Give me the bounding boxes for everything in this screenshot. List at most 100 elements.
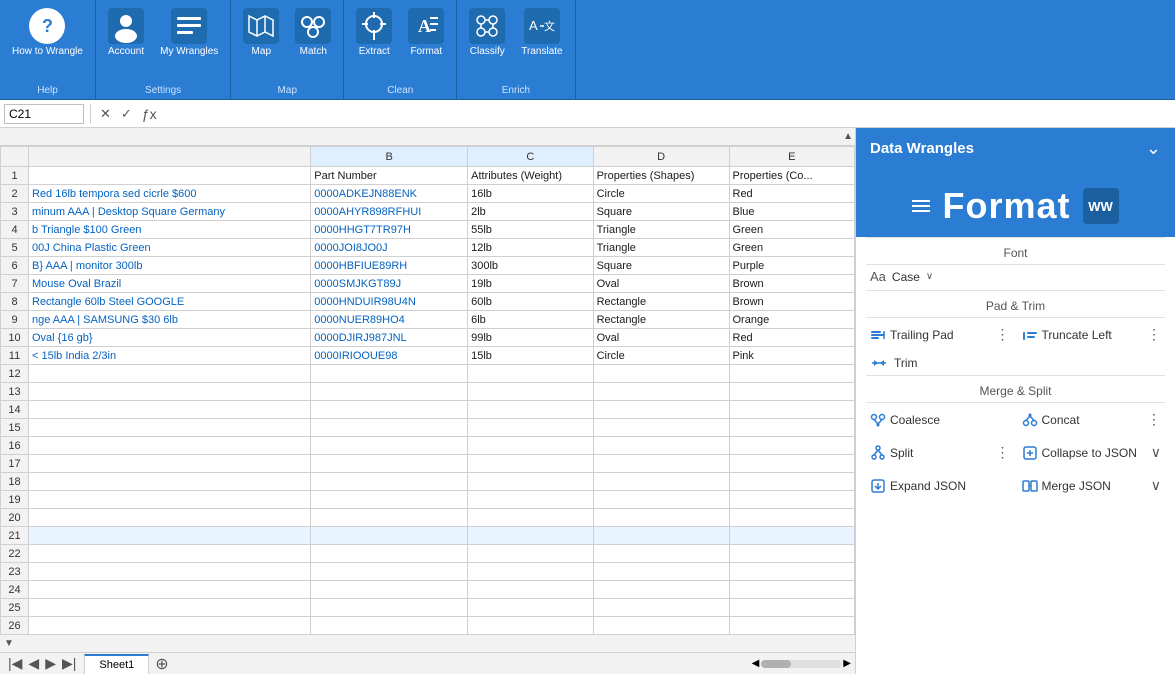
sheet-tab-1[interactable]: Sheet1 bbox=[84, 654, 149, 674]
truncate-left-item[interactable]: Truncate Left ⋮ bbox=[1016, 322, 1168, 347]
cell-d25[interactable] bbox=[593, 599, 729, 617]
cell-b17[interactable] bbox=[311, 455, 468, 473]
format-button[interactable]: A Format bbox=[402, 4, 450, 62]
cell-e6[interactable]: Purple bbox=[729, 257, 855, 275]
cell-e20[interactable] bbox=[729, 509, 855, 527]
cell-d23[interactable] bbox=[593, 563, 729, 581]
cell-e19[interactable] bbox=[729, 491, 855, 509]
cell-c19[interactable] bbox=[468, 491, 593, 509]
cell-e3[interactable]: Blue bbox=[729, 203, 855, 221]
cell-c24[interactable] bbox=[468, 581, 593, 599]
cell-d5[interactable]: Triangle bbox=[593, 239, 729, 257]
col-header-E[interactable]: E bbox=[729, 147, 855, 167]
cell-d2[interactable]: Circle bbox=[593, 185, 729, 203]
cell-b8[interactable]: 0000HNDUIR98U4N bbox=[311, 293, 468, 311]
cell-e25[interactable] bbox=[729, 599, 855, 617]
translate-button[interactable]: A 文 Translate bbox=[515, 4, 568, 62]
truncate-left-more[interactable]: ⋮ bbox=[1147, 326, 1161, 343]
expand-json-item[interactable]: Expand JSON bbox=[864, 473, 1016, 498]
cell-a19[interactable] bbox=[29, 491, 311, 509]
cell-b7[interactable]: 0000SMJKGT89J bbox=[311, 275, 468, 293]
cell-c10[interactable]: 99lb bbox=[468, 329, 593, 347]
cell-a7[interactable]: Mouse Oval Brazil bbox=[29, 275, 311, 293]
col-header-A[interactable] bbox=[29, 147, 311, 167]
cell-a26[interactable] bbox=[29, 617, 311, 635]
cell-d6[interactable]: Square bbox=[593, 257, 729, 275]
cell-c25[interactable] bbox=[468, 599, 593, 617]
cell-c8[interactable]: 60lb bbox=[468, 293, 593, 311]
cell-d12[interactable] bbox=[593, 365, 729, 383]
account-button[interactable]: Account bbox=[102, 4, 150, 62]
cell-b9[interactable]: 0000NUER89HO4 bbox=[311, 311, 468, 329]
cell-d10[interactable]: Oval bbox=[593, 329, 729, 347]
cell-a20[interactable] bbox=[29, 509, 311, 527]
cell-a4[interactable]: b Triangle $100 Green bbox=[29, 221, 311, 239]
cell-e2[interactable]: Red bbox=[729, 185, 855, 203]
cell-a15[interactable] bbox=[29, 419, 311, 437]
cell-a24[interactable] bbox=[29, 581, 311, 599]
collapse-json-item[interactable]: Collapse to JSON ∨ bbox=[1016, 440, 1168, 465]
cell-a3[interactable]: minum AAA | Desktop Square Germany bbox=[29, 203, 311, 221]
cell-c15[interactable] bbox=[468, 419, 593, 437]
cell-b3[interactable]: 0000AHYR898RFHUI bbox=[311, 203, 468, 221]
cell-b2[interactable]: 0000ADKEJN88ENK bbox=[311, 185, 468, 203]
cell-a21[interactable] bbox=[29, 527, 311, 545]
cell-b10[interactable]: 0000DJIRJ987JNL bbox=[311, 329, 468, 347]
cell-c9[interactable]: 6lb bbox=[468, 311, 593, 329]
cell-e11[interactable]: Pink bbox=[729, 347, 855, 365]
cell-a13[interactable] bbox=[29, 383, 311, 401]
cell-a25[interactable] bbox=[29, 599, 311, 617]
cell-c11[interactable]: 15lb bbox=[468, 347, 593, 365]
cell-e15[interactable] bbox=[729, 419, 855, 437]
cell-c20[interactable] bbox=[468, 509, 593, 527]
cell-a11[interactable]: < 15lb India 2/3in bbox=[29, 347, 311, 365]
cell-a22[interactable] bbox=[29, 545, 311, 563]
cell-e14[interactable] bbox=[729, 401, 855, 419]
cell-b19[interactable] bbox=[311, 491, 468, 509]
h-scroll-track[interactable] bbox=[761, 660, 841, 668]
function-button[interactable]: ƒx bbox=[139, 106, 160, 122]
cell-c4[interactable]: 55lb bbox=[468, 221, 593, 239]
cell-a23[interactable] bbox=[29, 563, 311, 581]
trailing-pad-more[interactable]: ⋮ bbox=[996, 326, 1010, 343]
map-button[interactable]: Map bbox=[237, 4, 285, 62]
cell-b16[interactable] bbox=[311, 437, 468, 455]
cell-e5[interactable]: Green bbox=[729, 239, 855, 257]
cell-d4[interactable]: Triangle bbox=[593, 221, 729, 239]
cell-c1[interactable]: Attributes (Weight) bbox=[468, 167, 593, 185]
cell-b18[interactable] bbox=[311, 473, 468, 491]
cell-d8[interactable]: Rectangle bbox=[593, 293, 729, 311]
concat-more[interactable]: ⋮ bbox=[1147, 411, 1161, 428]
how-to-wrangle-button[interactable]: ? How to Wrangle bbox=[6, 4, 89, 62]
concat-item[interactable]: Concat ⋮ bbox=[1016, 407, 1168, 432]
cell-b22[interactable] bbox=[311, 545, 468, 563]
cell-b15[interactable] bbox=[311, 419, 468, 437]
cell-a12[interactable] bbox=[29, 365, 311, 383]
cell-c5[interactable]: 12lb bbox=[468, 239, 593, 257]
cell-d21[interactable] bbox=[593, 527, 729, 545]
cell-a6[interactable]: B} AAA | monitor 300lb bbox=[29, 257, 311, 275]
cell-c23[interactable] bbox=[468, 563, 593, 581]
split-item[interactable]: Split ⋮ bbox=[864, 440, 1016, 465]
match-button[interactable]: Match bbox=[289, 4, 337, 62]
cell-e4[interactable]: Green bbox=[729, 221, 855, 239]
formula-input[interactable] bbox=[164, 104, 1171, 124]
cell-b13[interactable] bbox=[311, 383, 468, 401]
cell-a1[interactable] bbox=[29, 167, 311, 185]
cell-b1[interactable]: Part Number bbox=[311, 167, 468, 185]
cell-d14[interactable] bbox=[593, 401, 729, 419]
collapse-json-more[interactable]: ∨ bbox=[1151, 444, 1161, 461]
cell-d18[interactable] bbox=[593, 473, 729, 491]
cell-e23[interactable] bbox=[729, 563, 855, 581]
cell-b4[interactable]: 0000HHGT7TR97H bbox=[311, 221, 468, 239]
first-sheet-button[interactable]: |◀ bbox=[6, 655, 24, 672]
cell-e12[interactable] bbox=[729, 365, 855, 383]
cell-e7[interactable]: Brown bbox=[729, 275, 855, 293]
cell-b12[interactable] bbox=[311, 365, 468, 383]
cell-d24[interactable] bbox=[593, 581, 729, 599]
my-wrangles-button[interactable]: My Wrangles bbox=[154, 4, 224, 62]
trailing-pad-item[interactable]: Trailing Pad ⋮ bbox=[864, 322, 1016, 347]
sheet-table-wrap[interactable]: B C D E 1Part NumberAttributes (Weight)P… bbox=[0, 146, 855, 634]
coalesce-item[interactable]: Coalesce bbox=[864, 407, 1016, 432]
cell-b24[interactable] bbox=[311, 581, 468, 599]
